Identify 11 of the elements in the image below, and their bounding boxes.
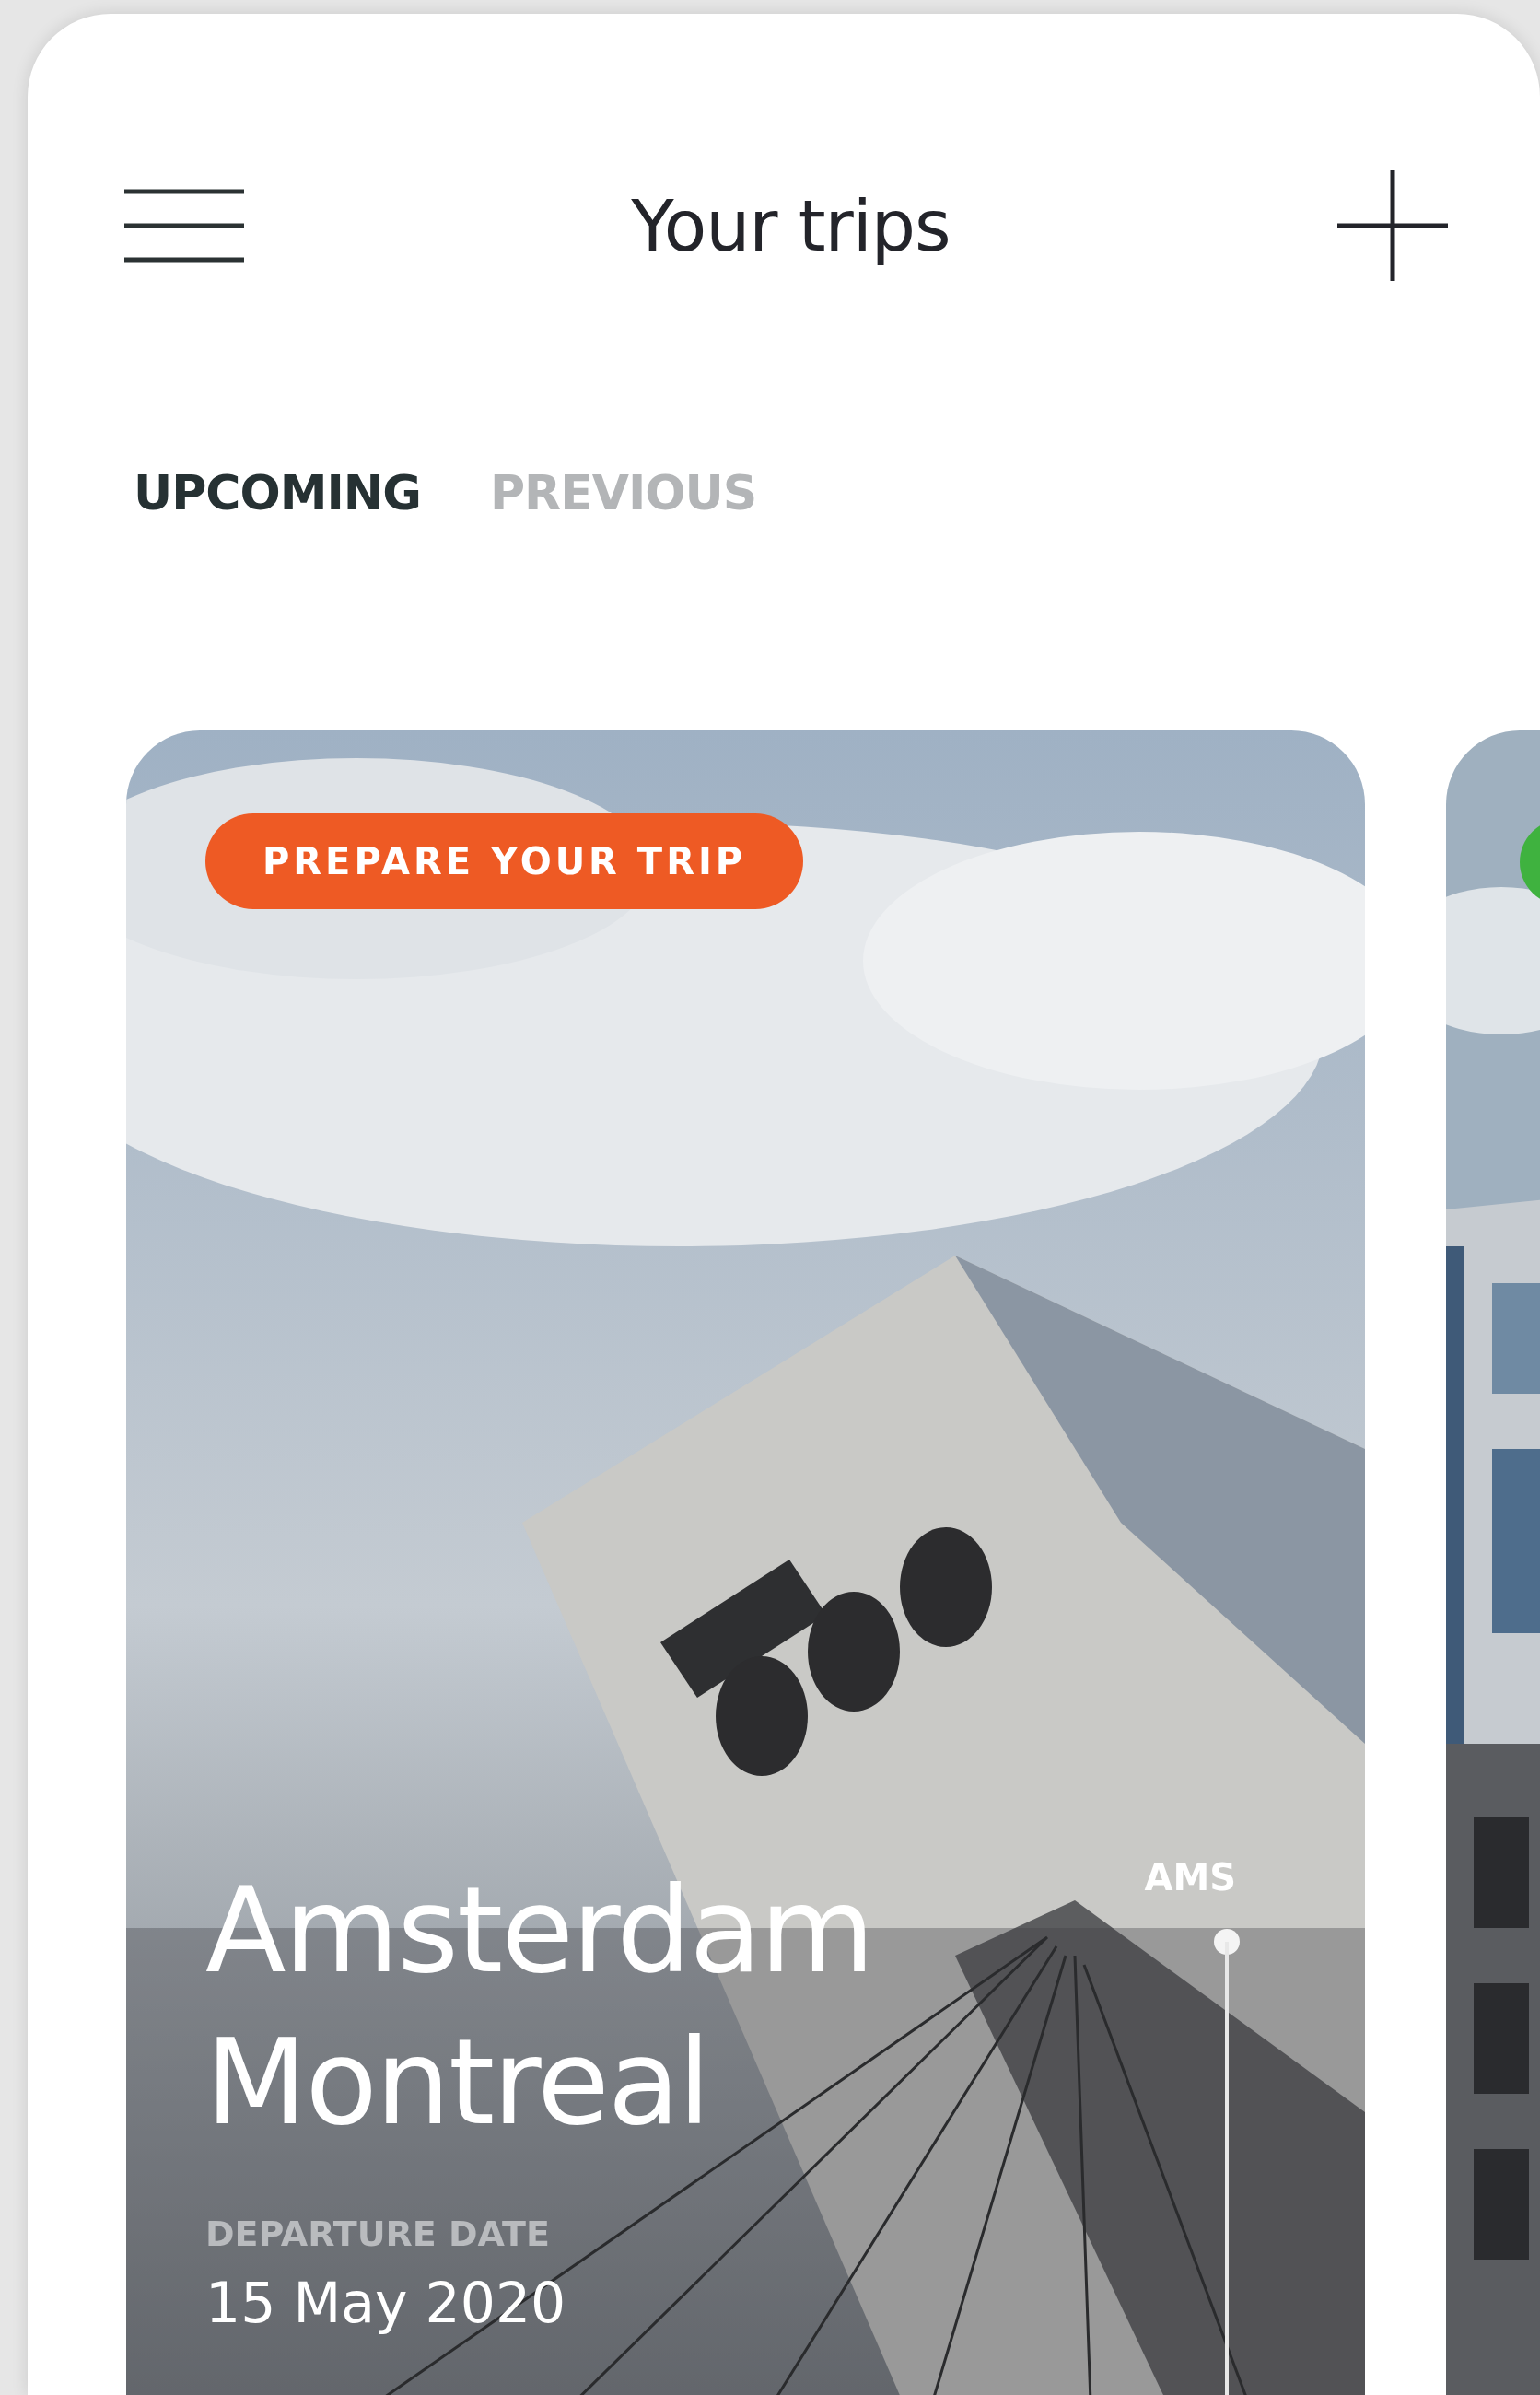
screen-title: Your trips — [631, 184, 951, 267]
departure-date: 15 May 2020 — [205, 2271, 567, 2335]
add-icon[interactable] — [1337, 170, 1448, 281]
city-name: Amsterdam — [205, 1861, 873, 2001]
airport-code: AMS — [1144, 1856, 1236, 1898]
prepare-trip-badge[interactable]: PREPARE YOUR TRIP — [205, 813, 804, 909]
city-name: Montreal — [205, 2013, 710, 2153]
menu-icon[interactable] — [124, 189, 244, 263]
date-label: DEPARTURE DATE — [205, 2214, 550, 2254]
tab[interactable]: UPCOMING — [134, 465, 421, 520]
tab[interactable]: PREVIOUS — [490, 465, 757, 520]
